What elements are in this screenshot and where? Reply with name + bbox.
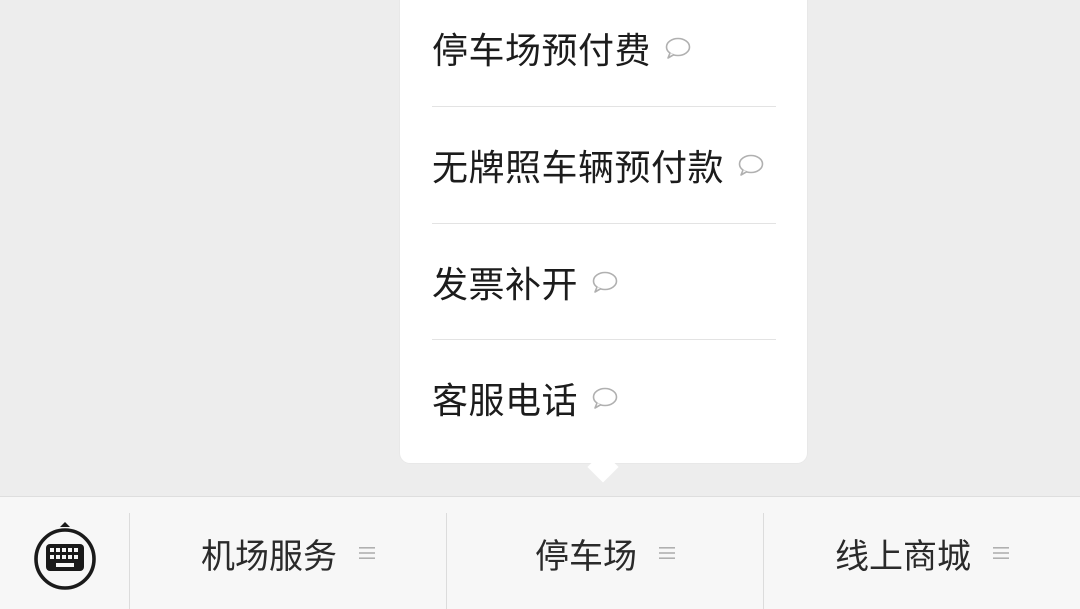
submenu-item-label: 客服电话: [432, 381, 579, 422]
menu-tab-airport-services[interactable]: 机场服务: [130, 497, 446, 609]
menu-tab-label: 线上商城: [835, 536, 971, 577]
chat-bubble-icon: [592, 271, 618, 293]
chat-bubble-icon: [665, 37, 691, 59]
menu-tab-label: 机场服务: [201, 536, 337, 577]
list-menu-icon: [993, 547, 1009, 559]
menu-tab-online-mall[interactable]: 线上商城: [764, 497, 1080, 609]
keyboard-toggle-button[interactable]: [0, 497, 129, 609]
menu-tab-label: 停车场: [535, 536, 637, 577]
menu-tab-parking[interactable]: 停车场: [447, 497, 763, 609]
keyboard-icon: [33, 522, 96, 590]
bottom-menu-bar: 机场服务 停车场 线上商城: [0, 496, 1080, 609]
list-menu-icon: [359, 547, 375, 559]
submenu-item-invoice-reissue[interactable]: 发票补开: [432, 224, 776, 340]
submenu-item-customer-service-phone[interactable]: 客服电话: [432, 340, 776, 456]
chat-bubble-icon: [738, 154, 764, 176]
list-menu-icon: [659, 547, 675, 559]
submenu-item-label: 发票补开: [432, 265, 579, 306]
chat-bubble-icon: [592, 387, 618, 409]
submenu-item-unlicensed-vehicle-prepay[interactable]: 无牌照车辆预付款: [432, 107, 776, 223]
submenu-item-parking-prepay[interactable]: 停车场预付费: [432, 0, 776, 106]
submenu-popup: 停车场预付费 无牌照车辆预付款 发票补开 客服电话: [400, 0, 807, 463]
submenu-item-label: 无牌照车辆预付款: [432, 148, 725, 189]
submenu-item-label: 停车场预付费: [432, 31, 652, 72]
